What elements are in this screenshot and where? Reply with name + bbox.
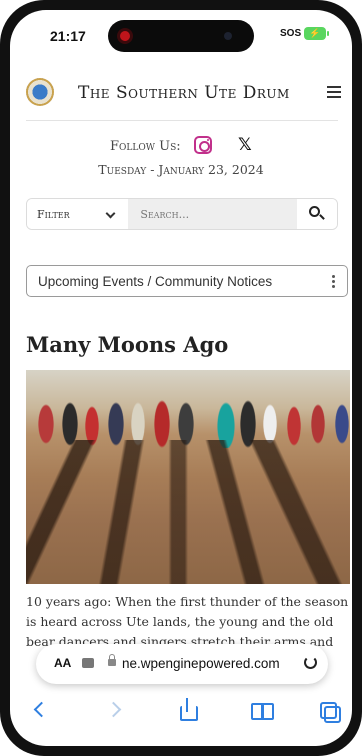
photo-dancers [26,384,350,448]
more-options-icon [332,275,335,290]
reload-icon[interactable] [304,656,317,669]
photo-shadows [26,440,350,584]
status-time: 21:17 [50,28,86,44]
events-dropdown-label: Upcoming Events / Community Notices [38,273,273,289]
screen: 21:17 SOS ⚡ The Southern Ute Drum Follow… [10,10,352,746]
url-text[interactable]: ne.wpenginepowered.com [122,656,280,671]
lock-icon [108,654,116,666]
battery-charging-icon: ⚡ [304,27,329,40]
instagram-icon[interactable] [194,136,212,154]
filter-search-bar: Filter [26,198,338,230]
follow-us-label: Follow Us: [110,139,181,154]
phone-frame: 21:17 SOS ⚡ The Southern Ute Drum Follow… [0,0,362,756]
sos-indicator: SOS [280,28,302,39]
hamburger-menu-icon[interactable] [327,86,341,98]
back-icon[interactable] [26,698,54,722]
tabs-icon[interactable] [318,698,346,723]
current-date: Tuesday - January 23, 2024 [98,162,264,177]
events-dropdown[interactable]: Upcoming Events / Community Notices [26,265,348,297]
filter-dropdown[interactable]: Filter [27,199,129,229]
search-button[interactable] [297,199,337,229]
status-bar: 21:17 SOS ⚡ [10,10,352,60]
recording-indicator-icon [120,31,130,41]
forward-icon[interactable] [102,698,130,722]
camera-icon [224,32,232,40]
search-input[interactable] [128,199,298,229]
site-title[interactable]: The Southern Ute Drum [78,83,290,103]
x-icon[interactable]: 𝕏 [238,135,252,155]
article-excerpt: 10 years ago: When the first thunder of … [26,594,349,648]
article-photo[interactable] [26,370,350,584]
browser-toolbar [10,690,352,730]
bookmarks-icon[interactable] [248,698,276,722]
reader-settings-button[interactable]: AA [54,656,71,670]
chevron-down-icon [105,208,116,219]
share-icon[interactable] [174,698,202,722]
follow-row: Follow Us: 𝕏 [10,134,352,158]
section-title: Many Moons Ago [26,332,229,357]
filter-label: Filter [37,207,70,221]
dynamic-island [108,20,254,52]
site-logo-icon[interactable] [26,78,54,106]
header-divider [26,120,338,121]
site-header: The Southern Ute Drum [10,68,352,124]
extension-icon[interactable] [82,658,94,668]
browser-address-bar[interactable]: AA ne.wpenginepowered.com [36,644,328,684]
